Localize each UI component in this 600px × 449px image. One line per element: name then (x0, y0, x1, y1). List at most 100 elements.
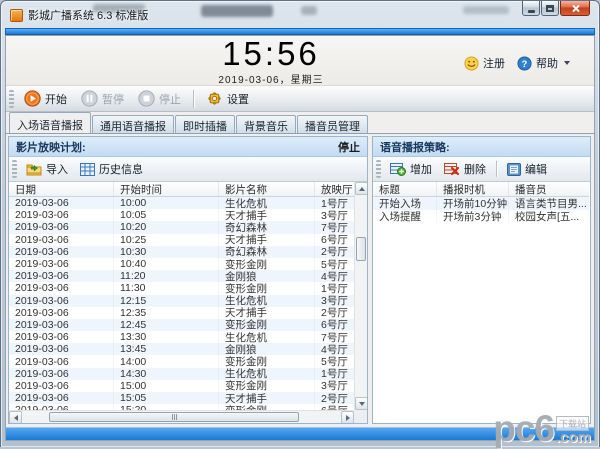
table-row[interactable]: 2019-03-0611:30变形金刚1号厅 (9, 282, 354, 294)
table-row[interactable]: 2019-03-0614:00变形金刚5号厅 (9, 355, 354, 367)
table-row[interactable]: 2019-03-0610:05天才捕手3号厅 (9, 209, 354, 221)
toolbar-separator (193, 90, 194, 108)
stop-button[interactable]: 停止 (131, 87, 188, 110)
history-label: 历史信息 (99, 161, 143, 177)
table-cell: 变形金刚 (219, 319, 315, 331)
tab-2[interactable]: 通用语音播报 (92, 115, 174, 133)
toolbar-grip[interactable] (376, 160, 381, 178)
chevron-down-icon (564, 61, 570, 65)
toolbar-grip[interactable] (9, 90, 14, 108)
column-header[interactable]: 播音员 (509, 182, 589, 196)
edit-button[interactable]: 编辑 (501, 159, 553, 179)
schedule-table: 日期开始时间影片名称放映厅 2019-03-0610:00生化危机1号厅2019… (9, 182, 367, 423)
column-header[interactable]: 放映厅 (315, 182, 354, 196)
maximize-button[interactable] (541, 1, 559, 16)
tab-5[interactable]: 播音员管理 (297, 115, 368, 133)
table-cell: 2号厅 (315, 246, 354, 258)
add-button[interactable]: 增加 (384, 159, 438, 179)
table-cell: 天才捕手 (219, 209, 315, 221)
table-cell: 2019-03-06 (9, 319, 114, 331)
delete-button[interactable]: 删除 (438, 159, 492, 179)
table-row[interactable]: 2019-03-0613:30生化危机7号厅 (9, 331, 354, 343)
folder-import-icon (26, 162, 42, 176)
arrow-up-icon (359, 187, 365, 191)
pause-icon (81, 90, 98, 107)
minimize-button[interactable] (522, 1, 540, 16)
table-row[interactable]: 2019-03-0610:20奇幻森林7号厅 (9, 221, 354, 233)
table-cell: 生化危机 (219, 295, 315, 307)
start-label: 开始 (45, 91, 67, 107)
column-header[interactable]: 播报时机 (437, 182, 509, 196)
title-bar[interactable]: 影城广播系统 6.3 标准版 (1, 1, 599, 28)
toolbar-grip[interactable] (12, 160, 17, 178)
scroll-down-button[interactable] (355, 397, 367, 410)
maximize-icon (546, 5, 554, 12)
tab-4[interactable]: 背景音乐 (236, 115, 296, 133)
table-row[interactable]: 2019-03-0613:45金刚狼4号厅 (9, 343, 354, 355)
strategy-toolbar: 增加 删除 编辑 (373, 157, 590, 182)
column-header[interactable]: 开始时间 (114, 182, 219, 196)
table-cell: 金刚狼 (219, 343, 315, 355)
table-cell: 13:30 (114, 331, 219, 343)
table-row[interactable]: 2019-03-0615:05天才捕手2号厅 (9, 392, 354, 404)
table-cell: 3号厅 (315, 380, 354, 392)
scroll-left-button[interactable] (9, 411, 22, 423)
desktop-blur-artifact (463, 6, 509, 14)
table-cell: 5号厅 (315, 258, 354, 270)
tab-3[interactable]: 即时插播 (175, 115, 235, 133)
register-button[interactable]: 注册 (464, 55, 505, 71)
column-header[interactable]: 标题 (373, 182, 437, 196)
scroll-up-button[interactable] (355, 182, 367, 195)
table-row[interactable]: 2019-03-0610:25天才捕手6号厅 (9, 234, 354, 246)
column-header[interactable]: 影片名称 (219, 182, 315, 196)
table-row[interactable]: 2019-03-0612:15生化危机3号厅 (9, 295, 354, 307)
table-row[interactable]: 2019-03-0610:40变形金刚5号厅 (9, 258, 354, 270)
horizontal-scroll-thumb[interactable] (49, 412, 299, 422)
close-button[interactable] (560, 1, 590, 16)
table-cell: 10:00 (114, 197, 219, 209)
horizontal-scrollbar[interactable] (9, 410, 354, 423)
history-button[interactable]: 历史信息 (74, 159, 149, 179)
table-cell: 2号厅 (315, 392, 354, 404)
table-cell: 奇幻森林 (219, 221, 315, 233)
schedule-toolbar: 导入 历史信息 (9, 157, 367, 182)
help-label: 帮助 (536, 55, 558, 71)
table-cell: 15:05 (114, 392, 219, 404)
start-button[interactable]: 开始 (17, 87, 74, 110)
table-cell: 10:40 (114, 258, 219, 270)
table-row[interactable]: 2019-03-0612:45变形金刚6号厅 (9, 319, 354, 331)
scrollbar-corner (354, 410, 367, 423)
column-header[interactable]: 日期 (9, 182, 114, 196)
vertical-scrollbar[interactable] (354, 182, 367, 410)
scroll-right-button[interactable] (341, 411, 354, 423)
table-cell: 生化危机 (219, 331, 315, 343)
settings-label: 设置 (227, 91, 249, 107)
stop-label: 停止 (159, 91, 181, 107)
table-cell: 14:00 (114, 355, 219, 367)
table-row[interactable]: 2019-03-0614:30生化危机1号厅 (9, 368, 354, 380)
table-cell: 3号厅 (315, 295, 354, 307)
table-cell: 12:15 (114, 295, 219, 307)
pause-button[interactable]: 暂停 (74, 87, 131, 110)
table-row[interactable]: 入场提醒开场前3分钟校园女声[五... (373, 210, 589, 223)
table-cell: 10:30 (114, 246, 219, 258)
table-row[interactable]: 2019-03-0615:00变形金刚3号厅 (9, 380, 354, 392)
table-row[interactable]: 2019-03-0610:00生化危机1号厅 (9, 197, 354, 209)
table-cell: 1号厅 (315, 282, 354, 294)
arrow-left-icon (14, 415, 18, 421)
settings-button[interactable]: 设置 (199, 87, 256, 110)
main-toolbar: 开始 暂停 停止 设置 (6, 86, 594, 112)
vertical-scroll-thumb[interactable] (356, 237, 366, 261)
table-cell: 2019-03-06 (9, 295, 114, 307)
window-controls (522, 1, 590, 16)
table-row[interactable]: 2019-03-0611:20金刚狼4号厅 (9, 270, 354, 282)
table-row[interactable]: 2019-03-0610:30奇幻森林2号厅 (9, 246, 354, 258)
table-cell: 天才捕手 (219, 392, 315, 404)
table-row[interactable]: 开始入场开场前10分钟语言类节目男... (373, 197, 589, 210)
schedule-table-header: 日期开始时间影片名称放映厅 (9, 182, 354, 197)
help-button[interactable]: ? 帮助 (517, 55, 570, 71)
schedule-panel: 影片放映计划: 停止 导入 历史信息 (8, 136, 368, 424)
table-row[interactable]: 2019-03-0612:35天才捕手2号厅 (9, 307, 354, 319)
import-button[interactable]: 导入 (20, 159, 74, 179)
tab-1[interactable]: 入场语音播报 (9, 112, 91, 133)
